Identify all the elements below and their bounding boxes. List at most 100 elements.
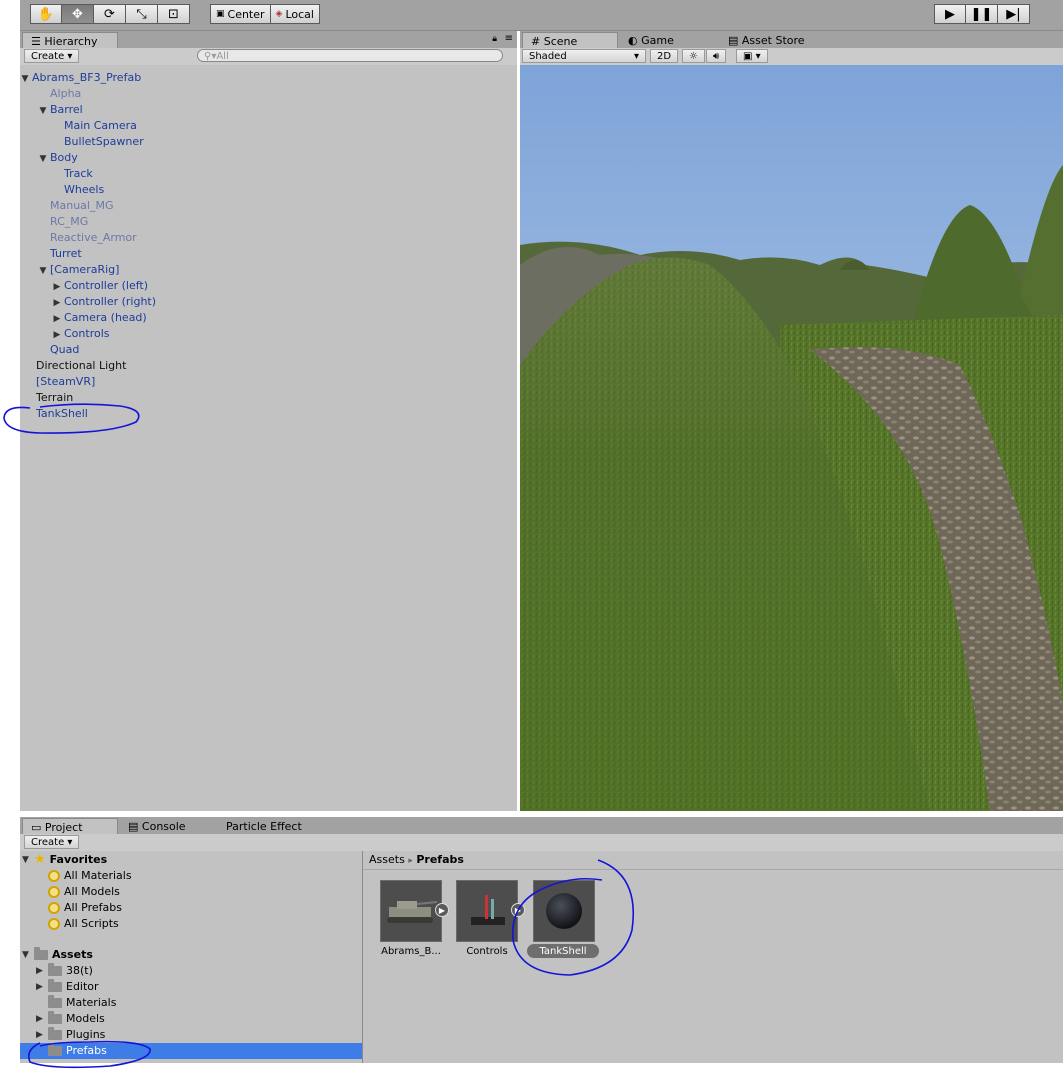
lock-icon[interactable]: 🔒︎ (492, 34, 497, 44)
hierarchy-item[interactable]: BulletSpawner (50, 134, 144, 150)
favorite-item-label: All Prefabs (64, 901, 122, 914)
hierarchy-item[interactable]: Wheels (50, 182, 104, 198)
shading-mode-dropdown[interactable]: Shaded ▾ (522, 49, 646, 63)
move-tool-button[interactable]: ✥ (62, 4, 94, 24)
folder-item-editor-label: Editor (66, 980, 99, 993)
breadcrumb-assets[interactable]: Assets (369, 853, 405, 866)
step-button[interactable]: ▶| (998, 4, 1030, 24)
folder-item-materials[interactable]: Materials (36, 995, 116, 1011)
expand-controls-icon[interactable]: ▶ (511, 903, 525, 917)
scene-viewport[interactable] (520, 65, 1063, 811)
tab-project[interactable]: ▭ Project (22, 818, 118, 834)
tab-asset-store[interactable]: ▤ Asset Store (720, 32, 840, 48)
hierarchy-item[interactable]: Main Camera (50, 118, 137, 134)
folder-item-38t[interactable]: ▶ 38(t) (36, 963, 93, 979)
assets-root[interactable]: ▼ Assets (22, 947, 93, 963)
hierarchy-item[interactable]: Track (50, 166, 93, 182)
audio-toggle[interactable]: 🔊︎ (706, 49, 727, 63)
hierarchy-item[interactable]: [SteamVR] (22, 374, 95, 390)
folder-item-plugins[interactable]: ▶ Plugins (36, 1027, 105, 1043)
foldout-arrow-icon[interactable]: ▼ (36, 151, 50, 167)
folder-icon (48, 995, 62, 1008)
hierarchy-item[interactable]: ▶ Controls (50, 326, 110, 342)
console-icon: ▤ (128, 820, 139, 833)
foldout-arrow-icon[interactable]: ▼ (36, 263, 50, 279)
foldout-arrow-icon[interactable]: ▶ (50, 327, 64, 343)
toggle-2d-label: 2D (657, 50, 672, 62)
hierarchy-tabstrip: ☰ Hierarchy 🔒︎ ≡ (20, 31, 517, 48)
hierarchy-item-label: Manual_MG (50, 199, 114, 212)
hierarchy-item[interactable]: ▼ [CameraRig] (36, 262, 120, 279)
tab-particle-effect[interactable]: Particle Effect (218, 818, 338, 834)
hierarchy-item-label: Controller (left) (64, 279, 149, 292)
foldout-arrow-icon[interactable]: ▶ (50, 279, 64, 295)
hierarchy-item[interactable]: ▶ Controller (left) (50, 278, 148, 294)
foldout-arrow-icon[interactable]: ▼ (36, 103, 50, 119)
hierarchy-item[interactable]: ▼ Abrams_BF3_Prefab (18, 70, 142, 87)
pause-button[interactable]: ❚❚ (966, 4, 998, 24)
grid-icon: # (531, 35, 541, 48)
tab-hierarchy[interactable]: ☰ Hierarchy (22, 32, 118, 48)
folder-item-models[interactable]: ▶ Models (36, 1011, 105, 1027)
asset-tankshell-prefab[interactable] (533, 880, 595, 942)
foldout-arrow-icon[interactable]: ▶ (50, 295, 64, 311)
tab-game[interactable]: ◐ Game (620, 32, 716, 48)
effects-toggle[interactable]: ▣ ▾ (736, 49, 768, 63)
toggle-2d-button[interactable]: 2D (650, 49, 679, 63)
hierarchy-item[interactable]: ▼ Barrel (36, 102, 83, 118)
hierarchy-item[interactable]: ▼ Body (36, 150, 78, 166)
hierarchy-item[interactable]: Reactive_Armor (36, 230, 137, 246)
scale-tool-button[interactable]: ⤡ (126, 4, 158, 24)
project-create-dropdown[interactable]: Create ▾ (24, 835, 80, 849)
hierarchy-item-label: BulletSpawner (64, 135, 144, 148)
pivot-center-button[interactable]: ▣ Center (210, 4, 271, 24)
favorite-item[interactable]: All Materials (36, 868, 132, 884)
favorite-item[interactable]: All Prefabs (36, 900, 122, 916)
sphere-thumbnail-icon (546, 893, 582, 929)
tab-hierarchy-label: Hierarchy (44, 35, 98, 48)
hierarchy-item[interactable]: Quad (36, 342, 79, 358)
foldout-arrow-icon[interactable]: ▼ (18, 71, 32, 87)
hierarchy-search-input[interactable]: ⚲▾All (197, 49, 503, 62)
rotate-icon: ⟳ (104, 6, 115, 22)
folder-item-38t-label: 38(t) (66, 964, 93, 977)
tab-scene[interactable]: # Scene (522, 32, 618, 48)
hierarchy-item[interactable]: RC_MG (36, 214, 88, 230)
breadcrumb-prefabs[interactable]: Prefabs (416, 853, 464, 866)
favorites-header[interactable]: ▼ ★ Favorites (22, 852, 107, 868)
hierarchy-item[interactable]: Terrain (22, 390, 73, 406)
hierarchy-item[interactable]: ▶ Camera (head) (50, 310, 147, 326)
play-button[interactable]: ▶ (934, 4, 966, 24)
hierarchy-item[interactable]: TankShell (22, 406, 88, 422)
tab-console[interactable]: ▤ Console (120, 818, 216, 834)
favorite-item[interactable]: All Scripts (36, 916, 119, 932)
hierarchy-create-dropdown[interactable]: Create ▾ (24, 49, 80, 63)
foldout-arrow-icon[interactable]: ▼ (22, 947, 34, 963)
lighting-toggle[interactable]: ☼ (682, 49, 705, 63)
panel-menu-icon[interactable]: ≡ (505, 33, 513, 44)
hierarchy-item-label: Abrams_BF3_Prefab (32, 71, 142, 84)
hierarchy-item-label: Terrain (36, 391, 74, 404)
foldout-arrow-icon[interactable]: ▶ (36, 1011, 48, 1027)
expand-abrams-icon[interactable]: ▶ (435, 903, 449, 917)
hierarchy-item[interactable]: Turret (36, 246, 82, 262)
folder-item-prefabs[interactable]: Prefabs (36, 1043, 107, 1059)
folder-item-editor[interactable]: ▶ Editor (36, 979, 99, 995)
hierarchy-item[interactable]: Directional Light (22, 358, 126, 374)
foldout-arrow-icon[interactable]: ▶ (36, 979, 48, 995)
foldout-arrow-icon[interactable]: ▶ (36, 1027, 48, 1043)
asset-abrams-prefab[interactable] (380, 880, 442, 942)
hierarchy-item[interactable]: Alpha (36, 86, 81, 102)
hierarchy-item[interactable]: ▶ Controller (right) (50, 294, 157, 311)
hand-tool-button[interactable]: ✋ (30, 4, 62, 24)
hierarchy-item[interactable]: Manual_MG (36, 198, 114, 214)
favorite-item[interactable]: All Models (36, 884, 120, 900)
foldout-arrow-icon[interactable]: ▼ (22, 852, 34, 868)
foldout-arrow-icon[interactable]: ▶ (50, 311, 64, 327)
rotate-tool-button[interactable]: ⟳ (94, 4, 126, 24)
asset-controls-prefab[interactable] (456, 880, 518, 942)
rect-tool-button[interactable]: ⊡ (158, 4, 190, 24)
pivot-local-button[interactable]: ◈ Local (270, 4, 320, 24)
foldout-arrow-icon[interactable]: ▶ (36, 963, 48, 979)
store-icon: ▤ (728, 34, 739, 47)
